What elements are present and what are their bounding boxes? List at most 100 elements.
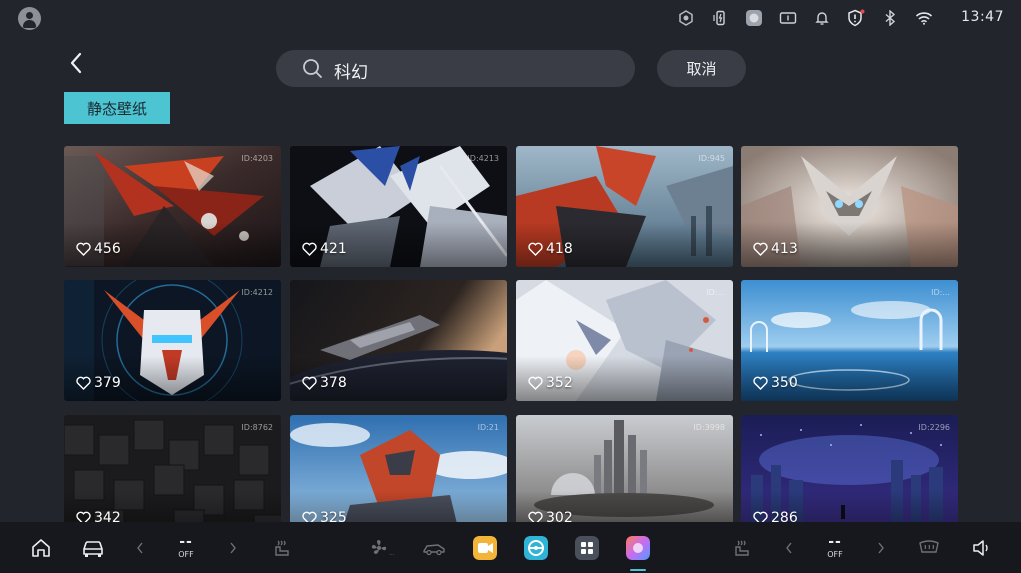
search-input[interactable]: 科幻	[276, 50, 635, 87]
like-count[interactable]: 379	[76, 375, 121, 391]
wifi-icon[interactable]	[907, 8, 941, 28]
chevron-left-icon	[137, 542, 143, 554]
like-count[interactable]: 378	[302, 375, 347, 391]
heart-icon	[76, 376, 91, 390]
user-avatar[interactable]	[18, 7, 41, 30]
fan-button[interactable]: ...	[368, 535, 396, 561]
heart-icon	[302, 242, 317, 256]
recorder-icon[interactable]	[771, 8, 805, 28]
seat-heat-left-button[interactable]	[270, 535, 294, 561]
like-count-value: 413	[771, 241, 798, 257]
home-icon	[32, 539, 50, 557]
category-tab-static-wallpaper[interactable]: 静态壁纸	[64, 92, 170, 124]
wallpaper-app-icon	[626, 536, 650, 560]
avatar-body	[23, 20, 36, 28]
car-mode-button[interactable]	[421, 535, 447, 561]
seat-heat-icon	[275, 540, 289, 556]
apps-grid-icon	[575, 536, 599, 560]
like-count[interactable]: 421	[302, 241, 347, 257]
heart-icon	[302, 376, 317, 390]
wallpaper-app-button[interactable]	[626, 535, 650, 561]
heart-icon	[753, 242, 768, 256]
like-count[interactable]: 418	[528, 241, 573, 257]
video-app-icon	[473, 536, 497, 560]
svg-text:...: ...	[389, 550, 395, 557]
wallpaper-id: ID:3998	[693, 423, 725, 432]
cancel-button[interactable]: 取消	[657, 50, 746, 87]
fan-icon: ...	[371, 540, 395, 557]
shield-alert-icon[interactable]	[839, 8, 873, 28]
like-count[interactable]: 456	[76, 241, 121, 257]
like-count-value: 418	[546, 241, 573, 257]
temp-right-decrease[interactable]	[782, 535, 796, 561]
bottom-dock: -- OFF ... -- OFF	[0, 522, 1021, 573]
video-app-button[interactable]	[473, 535, 497, 561]
temp-left-decrease[interactable]	[133, 535, 147, 561]
left-temperature[interactable]: -- OFF	[172, 534, 200, 560]
wallpaper-card[interactable]: ID:8762 342	[64, 415, 281, 536]
like-count[interactable]: 413	[753, 241, 798, 257]
like-count-value: 352	[546, 375, 573, 391]
left-temp-state: OFF	[178, 550, 194, 559]
search-icon	[303, 59, 322, 78]
search-query: 科幻	[334, 63, 368, 83]
wallpaper-card[interactable]: ID:2296 286	[741, 415, 958, 536]
app-thumbnail-icon[interactable]	[737, 8, 771, 28]
temp-right-increase[interactable]	[874, 535, 888, 561]
wallpaper-id: ID:945	[698, 154, 725, 163]
wallpaper-card[interactable]: ID:... 352	[516, 280, 733, 401]
active-app-indicator	[630, 569, 646, 571]
status-icons	[669, 8, 941, 28]
wallpaper-card[interactable]: ID:4203 456	[64, 146, 281, 267]
like-count[interactable]: 352	[528, 375, 573, 391]
heart-icon	[753, 376, 768, 390]
right-temperature[interactable]: -- OFF	[821, 534, 849, 560]
wallpaper-card[interactable]: ID:3998 302	[516, 415, 733, 536]
wallpaper-card[interactable]: ID:4213 421	[290, 146, 507, 267]
steering-app-button[interactable]	[524, 535, 548, 561]
left-temp-value: --	[179, 534, 193, 550]
volume-button[interactable]	[970, 535, 992, 561]
wallpaper-id: ID:21	[477, 423, 499, 432]
heart-icon	[528, 376, 543, 390]
wallpaper-id: ID:4203	[241, 154, 273, 163]
rear-defrost-icon	[919, 540, 939, 553]
wallpaper-grid: ID:4203 456 ID:4213 421 ID:945 418 413 I…	[64, 146, 958, 536]
wallpaper-card[interactable]: 413	[741, 146, 958, 267]
like-count-value: 350	[771, 375, 798, 391]
chevron-left-icon	[786, 542, 792, 554]
wallpaper-id: ID:4212	[241, 288, 273, 297]
wallpaper-card[interactable]: 378	[290, 280, 507, 401]
car-mode-icon	[423, 544, 445, 556]
avatar-head	[26, 12, 33, 19]
wallpaper-id: ID:8762	[241, 423, 273, 432]
wallpaper-card[interactable]: ID:... 350	[741, 280, 958, 401]
heart-icon	[528, 242, 543, 256]
wallpaper-card[interactable]: ID:4212 379	[64, 280, 281, 401]
temp-left-increase[interactable]	[226, 535, 240, 561]
car-button[interactable]	[80, 535, 106, 561]
back-button[interactable]	[64, 50, 88, 76]
rear-defrost-button[interactable]	[917, 535, 941, 561]
apps-grid-button[interactable]	[575, 535, 599, 561]
bluetooth-icon[interactable]	[873, 8, 907, 28]
wallpaper-id: ID:...	[706, 288, 725, 297]
like-count-value: 378	[320, 375, 347, 391]
wallpaper-card[interactable]: ID:945 418	[516, 146, 733, 267]
bell-icon[interactable]	[805, 8, 839, 28]
chevron-right-icon	[230, 542, 236, 554]
like-count[interactable]: 350	[753, 375, 798, 391]
seat-heat-right-icon	[735, 540, 749, 556]
like-count-value: 379	[94, 375, 121, 391]
right-temp-value: --	[828, 534, 842, 550]
wallpaper-id: ID:4213	[467, 154, 499, 163]
car-icon	[83, 541, 103, 557]
camera-hub-icon[interactable]	[669, 8, 703, 28]
wallpaper-card[interactable]: ID:21 325	[290, 415, 507, 536]
chevron-right-icon	[878, 542, 884, 554]
phone-charging-icon[interactable]	[703, 8, 737, 28]
home-button[interactable]	[29, 535, 53, 561]
seat-heat-right-button[interactable]	[730, 535, 754, 561]
status-clock: 13:47	[961, 9, 1004, 25]
chevron-left-icon	[70, 52, 82, 74]
